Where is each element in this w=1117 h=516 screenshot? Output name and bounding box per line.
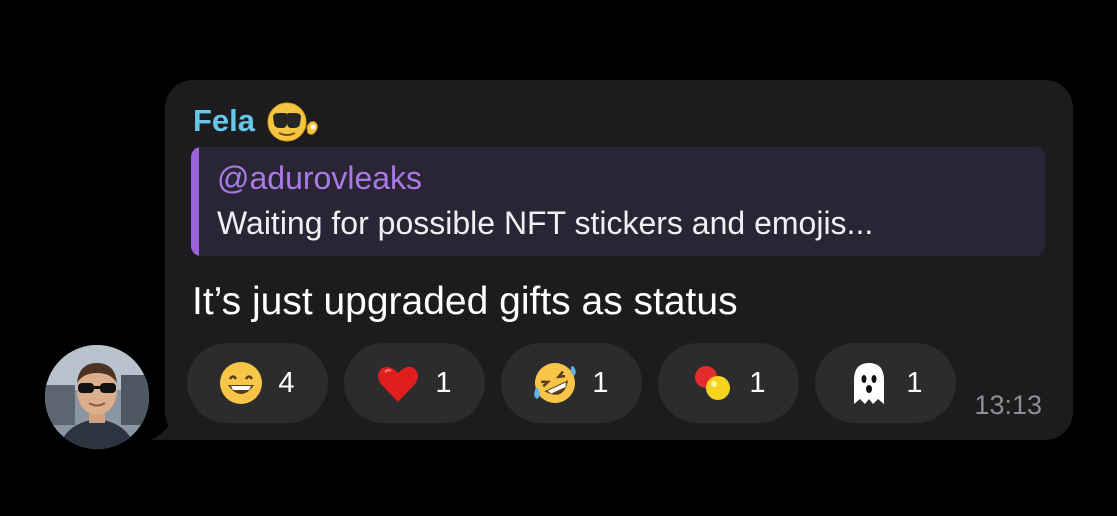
ghost-emoji-icon bbox=[854, 363, 885, 404]
reaction-rofl[interactable]: 1 bbox=[501, 343, 642, 423]
reactions-bar: 4 1 1 1 1 bbox=[187, 343, 956, 423]
rolling-on-the-floor-laughing-emoji-icon bbox=[534, 363, 577, 403]
reaction-capsule[interactable]: 1 bbox=[658, 343, 799, 423]
reaction-count: 1 bbox=[906, 367, 923, 399]
sender-name[interactable]: Fela bbox=[193, 103, 255, 139]
reaction-ghost[interactable]: 1 bbox=[815, 343, 956, 423]
sender-header[interactable]: Fela bbox=[193, 99, 323, 143]
message-bubble[interactable]: Fela @adurovleaks Waiting for possible N… bbox=[165, 80, 1073, 440]
reaction-count: 4 bbox=[278, 367, 295, 399]
reply-text: Waiting for possible NFT stickers and em… bbox=[217, 205, 874, 241]
message-timestamp: 13:13 bbox=[974, 390, 1042, 420]
reaction-count: 1 bbox=[749, 367, 766, 399]
reaction-grinning-face[interactable]: 4 bbox=[187, 343, 328, 423]
avatar-photo-icon bbox=[45, 345, 149, 449]
reply-preview[interactable]: @adurovleaks Waiting for possible NFT st… bbox=[191, 147, 1045, 256]
reply-accent-bar bbox=[191, 147, 199, 256]
reaction-red-heart[interactable]: 1 bbox=[344, 343, 485, 423]
reply-author: @adurovleaks bbox=[217, 160, 423, 196]
red-yellow-capsule-sticker-icon bbox=[695, 366, 731, 400]
smiling-face-with-sunglasses-emoji-icon bbox=[267, 102, 318, 142]
red-heart-emoji-icon bbox=[378, 366, 419, 402]
avatar[interactable] bbox=[45, 345, 149, 449]
reaction-count: 1 bbox=[435, 367, 452, 399]
message-text: It’s just upgraded gifts as status bbox=[192, 280, 738, 323]
reaction-count: 1 bbox=[592, 367, 609, 399]
grinning-face-emoji-icon bbox=[220, 362, 263, 404]
